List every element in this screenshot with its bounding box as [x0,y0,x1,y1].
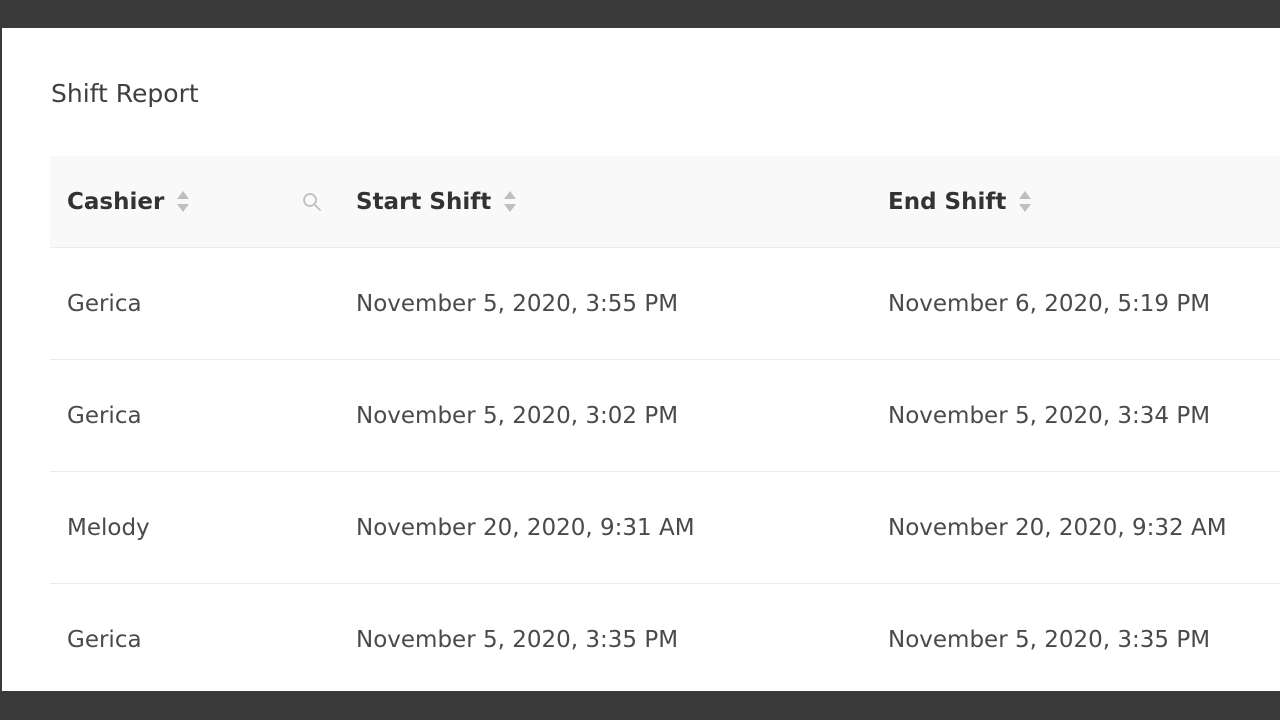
column-header-start-shift[interactable]: Start Shift [356,156,517,247]
table-row[interactable]: Gerica November 5, 2020, 3:35 PM Novembe… [50,584,1280,691]
page-title: Shift Report [51,79,199,108]
cell-cashier: Gerica [67,626,142,653]
search-icon[interactable] [301,156,323,247]
table-row[interactable]: Gerica November 5, 2020, 3:55 PM Novembe… [50,248,1280,360]
column-header-label: End Shift [888,188,1007,215]
cell-end-shift: November 5, 2020, 3:35 PM [888,626,1211,653]
sort-icon[interactable] [503,190,517,213]
cell-start-shift: November 5, 2020, 3:35 PM [356,626,679,653]
sort-icon[interactable] [176,190,190,213]
column-header-cashier[interactable]: Cashier [67,156,190,247]
sort-icon[interactable] [1018,190,1032,213]
cell-end-shift: November 20, 2020, 9:32 AM [888,514,1227,541]
cell-cashier: Gerica [67,402,142,429]
table-header: Cashier Start Shift End Shift [50,156,1280,248]
cell-start-shift: November 5, 2020, 3:02 PM [356,402,679,429]
cell-cashier: Melody [67,514,150,541]
app-window: Shift Report Cashier Start Shift End Shi… [2,28,1280,691]
cell-start-shift: November 5, 2020, 3:55 PM [356,290,679,317]
column-header-label: Start Shift [356,188,492,215]
cell-cashier: Gerica [67,290,142,317]
cell-end-shift: November 6, 2020, 5:19 PM [888,290,1211,317]
cell-end-shift: November 5, 2020, 3:34 PM [888,402,1211,429]
column-header-end-shift[interactable]: End Shift [888,156,1032,247]
table-row[interactable]: Gerica November 5, 2020, 3:02 PM Novembe… [50,360,1280,472]
table-row[interactable]: Melody November 20, 2020, 9:31 AM Novemb… [50,472,1280,584]
cell-start-shift: November 20, 2020, 9:31 AM [356,514,695,541]
shift-table: Cashier Start Shift End Shift Gerica Nov… [50,156,1280,691]
column-header-label: Cashier [67,188,165,215]
